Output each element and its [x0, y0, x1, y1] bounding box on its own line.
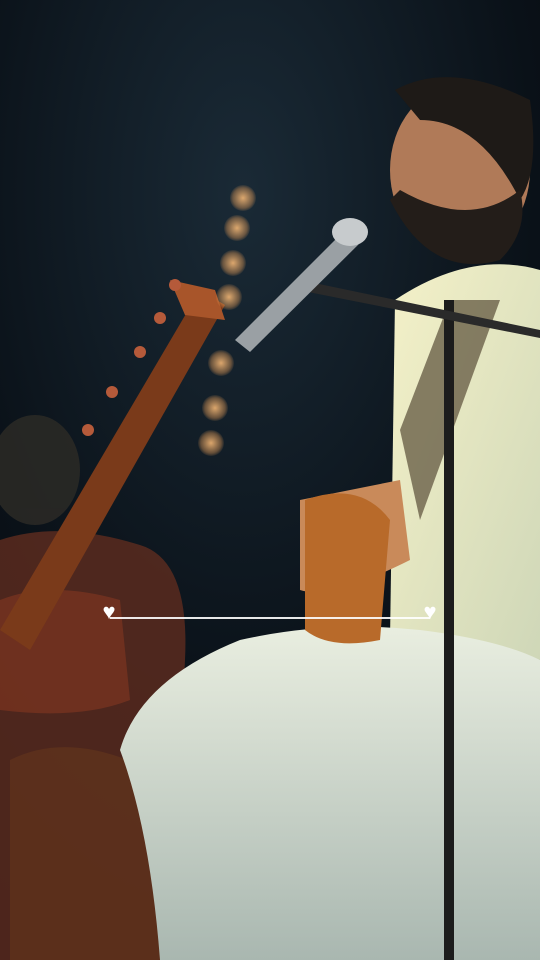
heart-icon[interactable]: ♥ — [418, 600, 442, 624]
stage-light — [198, 430, 224, 456]
progress-bar[interactable] — [110, 617, 430, 619]
stage-light — [224, 215, 250, 241]
stage-light — [230, 185, 256, 211]
stage-light — [202, 395, 228, 421]
stage-light — [216, 284, 242, 310]
concert-photo — [0, 0, 540, 960]
stage-light — [208, 350, 234, 376]
stage-light — [220, 250, 246, 276]
heart-icon[interactable]: ♥ — [97, 600, 121, 624]
